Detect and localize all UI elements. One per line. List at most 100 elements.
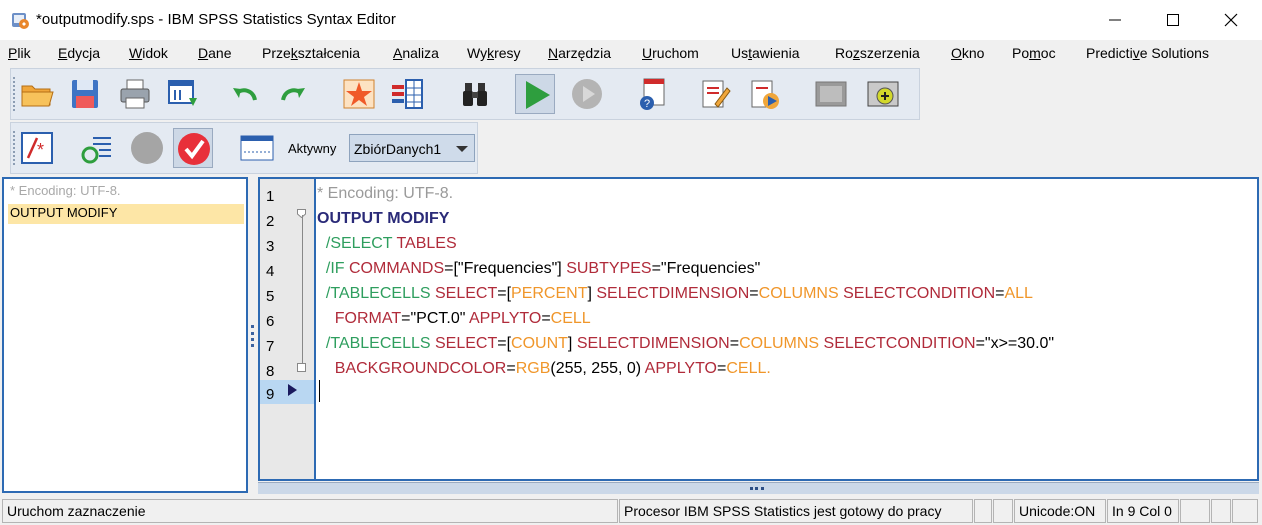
menu-predictive-solutions[interactable]: Predictive Solutions: [1086, 45, 1209, 61]
menu-narzedzia[interactable]: Narzędzia: [548, 45, 611, 61]
add-extension-button[interactable]: [863, 74, 903, 114]
disabled-window-button[interactable]: [811, 74, 851, 114]
menu-analiza[interactable]: Analiza: [393, 45, 439, 61]
code-token: SELECT: [434, 285, 498, 302]
breakpoint-circle-icon: [131, 132, 163, 164]
code-token: OUTPUT MODIFY: [317, 210, 450, 227]
navigator-item-selected[interactable]: OUTPUT MODIFY: [8, 204, 244, 224]
line-number: 6: [266, 313, 275, 330]
active-dataset-dropdown[interactable]: ZbiórDanych1: [349, 134, 475, 162]
line-number: 2: [266, 213, 275, 230]
code-token: CELL.: [726, 360, 771, 377]
run-script-button[interactable]: [745, 74, 785, 114]
comment-slash-icon: *: [21, 132, 53, 164]
code-token: =: [749, 285, 759, 302]
menu-edycja[interactable]: Edycja: [58, 45, 100, 61]
binoculars-icon: [463, 83, 487, 106]
validation-toggle-button[interactable]: [173, 128, 213, 168]
menu-okno[interactable]: Okno: [951, 45, 984, 61]
menu-pomoc[interactable]: Pomoc: [1012, 45, 1056, 61]
menu-ustawienia[interactable]: Ustawienia: [731, 45, 800, 61]
checkmark-circle-icon: [178, 133, 210, 165]
line-number-gutter[interactable]: 1 2 3 4 5 6 7 8 9: [260, 179, 316, 479]
processor-status: Procesor IBM SPSS Statistics jest gotowy…: [619, 499, 973, 523]
edit-script-button[interactable]: [695, 74, 735, 114]
code-token: TABLES: [396, 235, 457, 252]
printer-icon: [120, 79, 150, 109]
status-bar: Uruchom zaznaczenie Procesor IBM SPSS St…: [0, 497, 1262, 525]
cursor-position: In 9 Col 0: [1107, 499, 1179, 523]
save-button[interactable]: [65, 74, 105, 114]
fold-end-marker: [297, 363, 306, 372]
code-line[interactable]: BACKGROUNDCOLOR=RGB(255, 255, 0) APPLYTO…: [317, 360, 771, 378]
line-number: 3: [266, 238, 275, 255]
print-button[interactable]: [115, 74, 155, 114]
open-folder-icon: [21, 85, 54, 107]
syntax-navigator: * Encoding: UTF-8. OUTPUT MODIFY: [2, 177, 248, 493]
svg-text:?: ?: [644, 98, 650, 110]
menu-przeksztalcenia[interactable]: Przekształcenia: [262, 45, 360, 61]
window-dotted-icon: [240, 135, 274, 161]
breakpoint-button[interactable]: [127, 128, 167, 168]
open-button[interactable]: [17, 74, 57, 114]
code-line[interactable]: * Encoding: UTF-8.: [317, 185, 453, 203]
close-button[interactable]: [1202, 0, 1260, 40]
line-number: 8: [266, 363, 275, 380]
menu-uruchom[interactable]: Uruchom: [642, 45, 699, 61]
code-line[interactable]: /TABLECELLS SELECT=[PERCENT] SELECTDIMEN…: [317, 285, 1033, 303]
splitter-grip-icon: [750, 487, 764, 493]
code-line[interactable]: /TABLECELLS SELECT=[COUNT] SELECTDIMENSI…: [317, 335, 1054, 353]
undo-button[interactable]: [225, 74, 265, 114]
code-token: =: [729, 335, 740, 352]
status-empty-cell: [993, 499, 1013, 523]
code-token: APPLYTO: [644, 360, 717, 377]
recall-dialog-button[interactable]: [163, 74, 203, 114]
run-script-icon: [751, 80, 779, 109]
goto-case-button[interactable]: [339, 74, 379, 114]
run-selection-button[interactable]: [515, 74, 555, 114]
menu-plik[interactable]: Plik: [8, 45, 31, 61]
horizontal-splitter[interactable]: [258, 482, 1259, 494]
menu-rozszerzenia[interactable]: Rozszerzenia: [835, 45, 920, 61]
code-token: SUBTYPES: [566, 260, 652, 277]
menu-widok[interactable]: Widok: [129, 45, 168, 61]
run-to-end-button[interactable]: [77, 128, 117, 168]
syntax-help-button[interactable]: ?: [633, 74, 673, 114]
find-button[interactable]: [455, 74, 495, 114]
code-token: ALL: [1004, 285, 1033, 302]
line-number: 5: [266, 288, 275, 305]
comment-toggle-button[interactable]: *: [17, 128, 57, 168]
code-token: (255, 255, 0): [550, 360, 645, 377]
code-line[interactable]: FORMAT="PCT.0" APPLYTO=CELL: [317, 310, 591, 328]
stop-processor-icon: [572, 79, 602, 109]
redo-button[interactable]: [273, 74, 313, 114]
code-token: SELECT: [434, 335, 498, 352]
close-icon: [1224, 13, 1238, 27]
line-number: 1: [266, 188, 275, 205]
navigator-item[interactable]: * Encoding: UTF-8.: [8, 182, 244, 202]
text-cursor: [319, 380, 320, 402]
status-empty-cell: [974, 499, 992, 523]
vertical-splitter-handle[interactable]: [251, 325, 258, 347]
code-line[interactable]: /IF COMMANDS=["Frequencies"] SUBTYPES="F…: [317, 260, 760, 278]
unicode-status: Unicode:ON: [1014, 499, 1106, 523]
code-token: /TABLECELLS: [317, 335, 435, 352]
menu-wykresy[interactable]: Wykresy: [467, 45, 521, 61]
line-number: 7: [266, 338, 275, 355]
menu-dane[interactable]: Dane: [198, 45, 231, 61]
code-token: APPLYTO: [468, 310, 542, 327]
variables-button[interactable]: [387, 74, 427, 114]
syntax-editor[interactable]: 1 2 3 4 5 6 7 8 9 * Encoding: UTF-8. OUTP…: [258, 177, 1259, 481]
run-play-icon: [526, 81, 550, 109]
minimize-button[interactable]: [1086, 0, 1144, 40]
code-line[interactable]: OUTPUT MODIFY: [317, 210, 449, 228]
code-token: * Encoding: UTF-8.: [317, 185, 454, 202]
maximize-button[interactable]: [1144, 0, 1202, 40]
line-number: 9: [266, 386, 275, 403]
status-empty-cell: [1180, 499, 1210, 523]
code-line[interactable]: /SELECT TABLES: [317, 235, 457, 253]
stop-processor-button[interactable]: [567, 74, 607, 114]
gutter-toggle-button[interactable]: [237, 128, 277, 168]
star-grid-icon: [343, 79, 375, 109]
code-token: /IF: [317, 260, 349, 277]
